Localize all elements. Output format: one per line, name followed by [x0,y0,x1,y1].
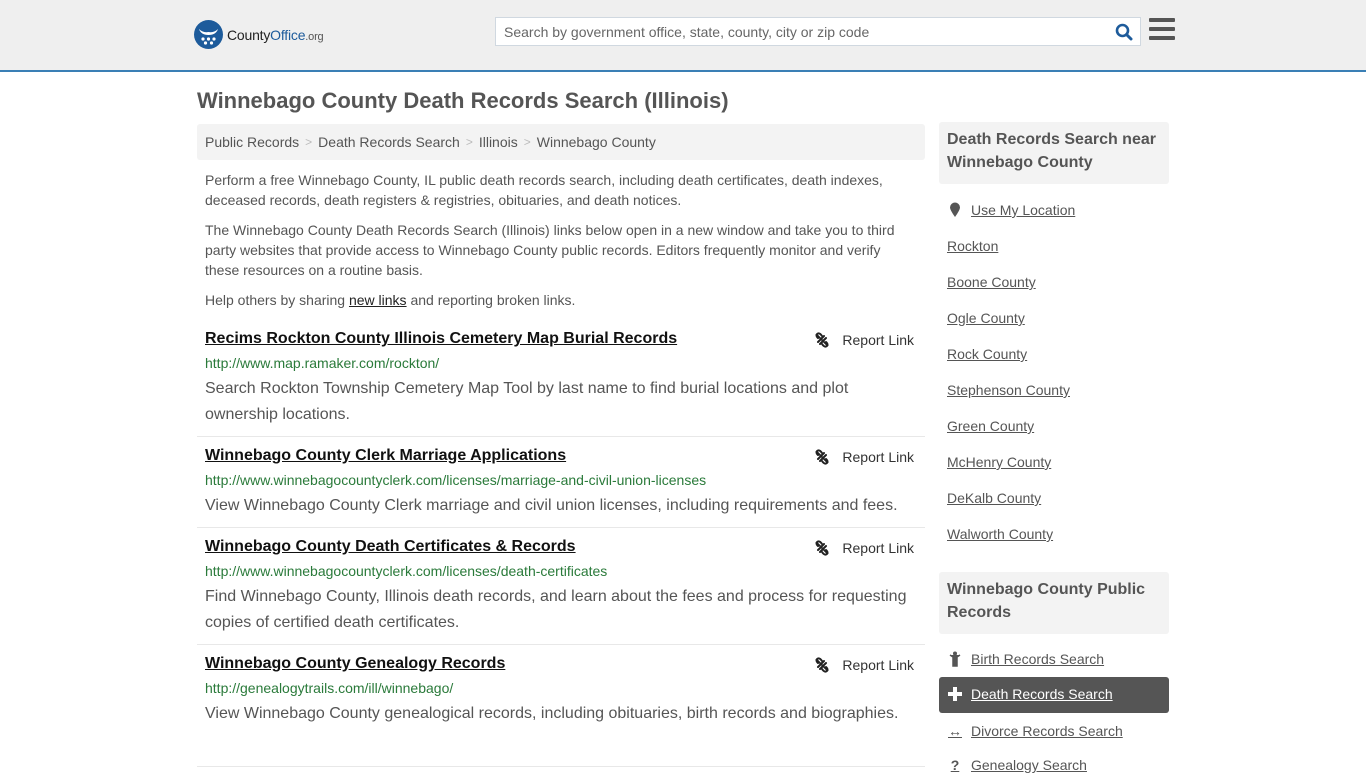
report-link-button[interactable]: Report Link [814,540,914,556]
report-link-button[interactable]: Report Link [814,449,914,465]
breadcrumb-illinois[interactable]: Illinois [479,134,518,150]
intro-paragraph-2: The Winnebago County Death Records Searc… [205,222,895,278]
death-records-link[interactable]: Death Records Search [947,686,1113,702]
arrows-horizontal-icon: ↔ [948,723,962,739]
nearby-link-boone[interactable]: Boone County [947,274,1036,290]
result-item: Winnebago County Clerk Marriage Applicat… [197,447,925,528]
nearby-link-dekalb[interactable]: DeKalb County [947,490,1041,506]
result-title-link[interactable]: Winnebago County Genealogy Records [205,655,505,673]
nearby-link-walworth[interactable]: Walworth County [947,526,1053,542]
broken-link-icon [815,540,830,556]
broken-link-icon [815,332,830,348]
breadcrumb-separator: > [523,135,531,149]
result-url: http://www.map.ramaker.com/rockton/ [205,355,440,371]
result-url: http://www.winnebagocountyclerk.com/lice… [205,563,608,579]
intro-paragraph-3: Help others by sharing new links and rep… [205,292,576,308]
nearby-link-green[interactable]: Green County [947,418,1034,434]
plus-cross-icon [947,687,963,701]
broken-link-icon [815,449,830,465]
birth-records-link[interactable]: Birth Records Search [947,651,1104,667]
report-link-button[interactable]: Report Link [814,332,914,348]
report-link-button[interactable]: Report Link [814,657,914,673]
use-my-location-link[interactable]: Use My Location [947,202,1075,218]
public-records-section-title: Winnebago County Public Records [939,572,1169,634]
result-item: Winnebago County Genealogy Records Repor… [197,655,925,767]
result-description: View Winnebago County genealogical recor… [205,705,899,722]
breadcrumb-separator: > [465,135,473,149]
site-logo[interactable]: CountyOffice.org [194,20,324,49]
page-title: Winnebago County Death Records Search (I… [197,88,729,113]
child-icon [947,651,963,667]
map-marker-icon [947,202,963,218]
breadcrumb-separator: > [305,135,313,149]
result-description: Search Rockton Township Cemetery Map Too… [205,380,849,423]
breadcrumb-death-records[interactable]: Death Records Search [318,134,460,150]
genealogy-search-link[interactable]: ? Genealogy Search [947,757,1087,773]
logo-eagle-icon [194,20,223,49]
death-records-active-item: Death Records Search [939,677,1169,713]
nearby-section-title: Death Records Search near Winnebago Coun… [939,122,1169,184]
question-icon: ? [950,757,960,773]
search-input[interactable] [496,18,1108,45]
result-title-link[interactable]: Recims Rockton County Illinois Cemetery … [205,330,677,348]
nearby-link-mchenry[interactable]: McHenry County [947,454,1051,470]
result-description: Find Winnebago County, Illinois death re… [205,588,907,631]
nearby-link-rock[interactable]: Rock County [947,346,1027,362]
result-url: http://genealogytrails.com/ill/winnebago… [205,680,454,696]
search-bar [495,17,1141,46]
search-button[interactable] [1108,18,1140,45]
logo-text: CountyOffice.org [227,26,324,43]
nearby-link-rockton[interactable]: Rockton [947,238,998,254]
broken-link-icon [815,657,830,673]
result-url: http://www.winnebagocountyclerk.com/lice… [205,472,707,488]
breadcrumb-public-records[interactable]: Public Records [205,134,299,150]
result-title-link[interactable]: Winnebago County Death Certificates & Re… [205,538,576,556]
result-description: View Winnebago County Clerk marriage and… [205,497,898,514]
new-links-link[interactable]: new links [349,292,407,308]
intro-paragraph-1: Perform a free Winnebago County, IL publ… [205,172,883,208]
result-item: Recims Rockton County Illinois Cemetery … [197,330,925,437]
hamburger-menu-icon[interactable] [1149,18,1175,42]
result-title-link[interactable]: Winnebago County Clerk Marriage Applicat… [205,447,566,465]
nearby-link-ogle[interactable]: Ogle County [947,310,1025,326]
site-header: CountyOffice.org [0,0,1366,72]
breadcrumb-winnebago[interactable]: Winnebago County [537,134,656,150]
divorce-records-link[interactable]: ↔ Divorce Records Search [947,723,1123,739]
result-item: Winnebago County Death Certificates & Re… [197,538,925,645]
breadcrumb: Public Records > Death Records Search > … [197,124,925,160]
search-icon [1115,23,1133,40]
nearby-link-stephenson[interactable]: Stephenson County [947,382,1070,398]
